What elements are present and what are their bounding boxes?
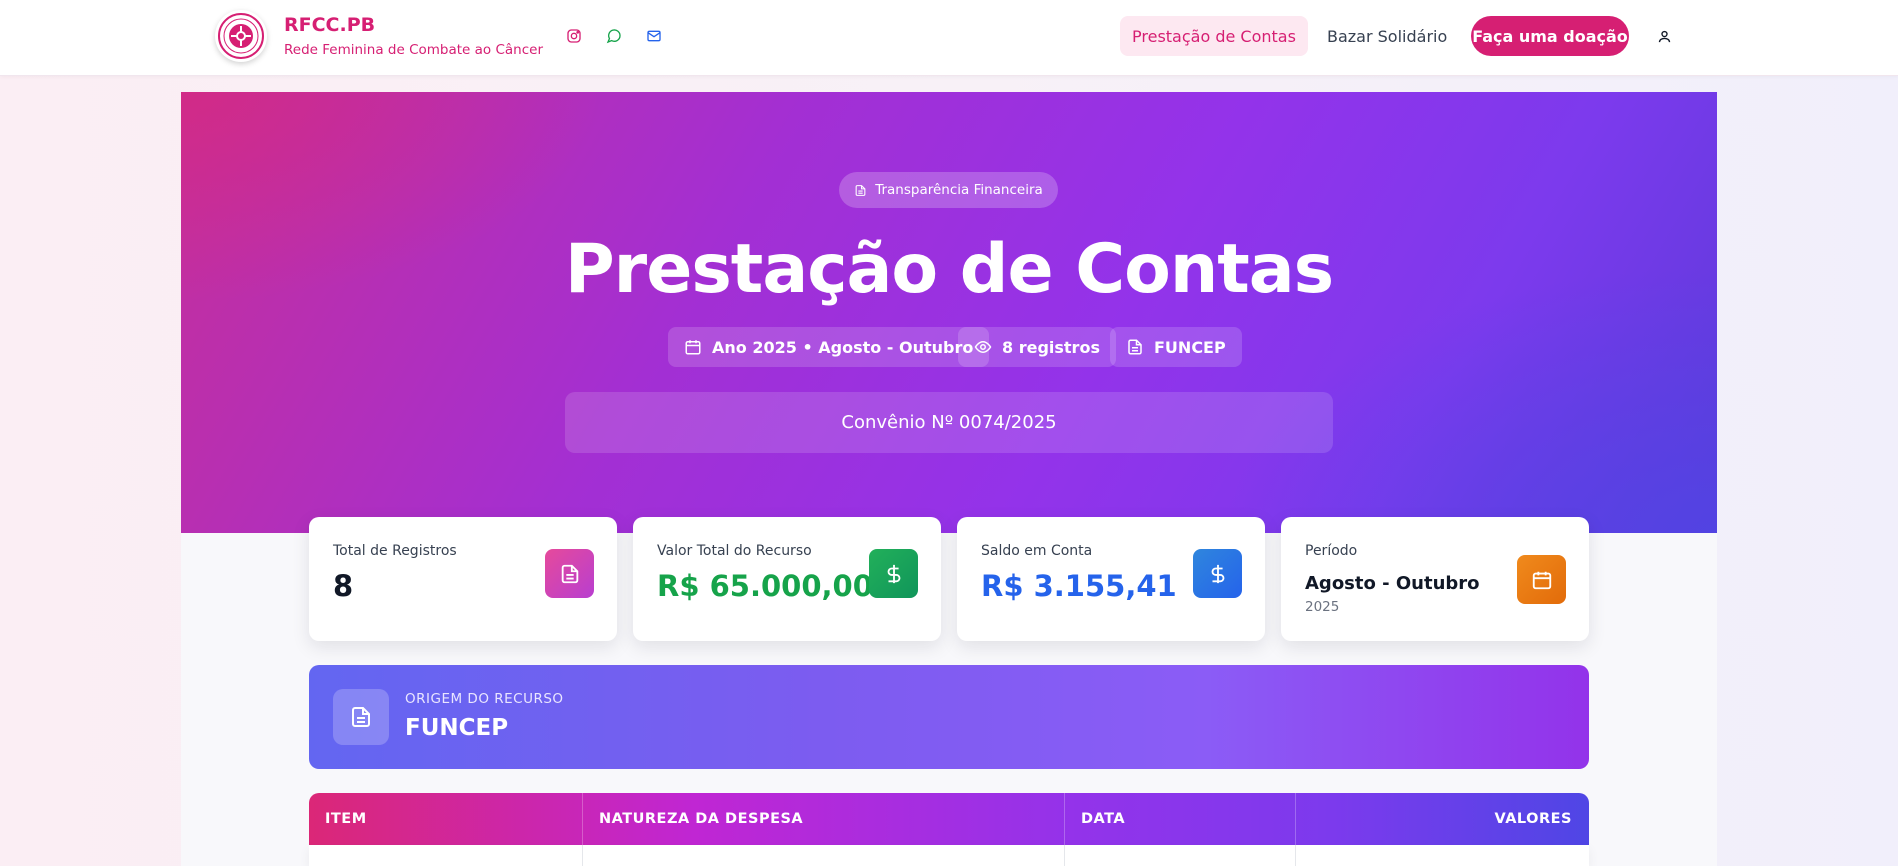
period-chip: Ano 2025 • Agosto - Outubro (668, 327, 990, 367)
transparency-badge: Transparência Financeira (839, 172, 1058, 208)
records-chip: 8 registros (958, 327, 1116, 367)
origem-label: ORIGEM DO RECURSO (405, 691, 564, 707)
stat-value: Agosto - Outubro (1305, 573, 1480, 594)
nav-prestacao-de-contas[interactable]: Prestação de Contas (1120, 16, 1308, 56)
calendar-icon (685, 340, 701, 355)
document-icon (855, 184, 866, 196)
document-icon (333, 689, 389, 745)
instagram-icon[interactable] (564, 26, 584, 46)
stat-value: R$ 65.000,00 (657, 569, 873, 603)
stat-label: Total de Registros (333, 543, 457, 559)
hero-banner (181, 92, 1717, 533)
records-chip-label: 8 registros (1002, 337, 1100, 357)
mail-icon[interactable] (644, 26, 664, 46)
stat-card-saldo: Saldo em Conta R$ 3.155,41 (957, 517, 1265, 641)
column-divider (1295, 793, 1296, 845)
eye-icon (974, 340, 992, 354)
stat-value: 8 (333, 569, 354, 603)
column-divider (582, 845, 583, 866)
convenio-box: Convênio Nº 0074/2025 (565, 392, 1333, 453)
stat-label: Período (1305, 543, 1358, 559)
source-chip: FUNCEP (1110, 327, 1242, 367)
period-chip-label: Ano 2025 • Agosto - Outubro (712, 337, 974, 357)
stat-sub: 2025 (1305, 599, 1340, 615)
user-icon[interactable] (1654, 26, 1674, 46)
source-chip-label: FUNCEP (1154, 337, 1226, 357)
origem-value: FUNCEP (405, 715, 509, 741)
donate-button[interactable]: Faça uma doação (1471, 16, 1629, 56)
nav-bazar-solidario[interactable]: Bazar Solidário (1315, 16, 1459, 56)
dollar-icon (869, 549, 918, 598)
column-divider (582, 793, 583, 845)
rfcc-logo-emblem (218, 13, 264, 59)
column-divider (1295, 845, 1296, 866)
site-header: RFCC.PB Rede Feminina de Combate ao Cânc… (0, 0, 1898, 76)
page-title: Prestação de Contas (564, 230, 1334, 309)
column-header-data[interactable]: DATA (1081, 793, 1125, 845)
document-icon (1128, 339, 1142, 355)
column-header-valores[interactable]: VALORES (1494, 793, 1572, 845)
dollar-icon (1193, 549, 1242, 598)
column-divider (1064, 793, 1065, 845)
stat-card-valor-total: Valor Total do Recurso R$ 65.000,00 (633, 517, 941, 641)
stat-card-periodo: Período Agosto - Outubro 2025 (1281, 517, 1589, 641)
stat-label: Valor Total do Recurso (657, 543, 812, 559)
calendar-icon (1517, 555, 1566, 604)
brand-subtitle: Rede Feminina de Combate ao Câncer (284, 42, 543, 58)
column-divider (1064, 845, 1065, 866)
whatsapp-icon[interactable] (604, 26, 624, 46)
stat-card-total-registros: Total de Registros 8 (309, 517, 617, 641)
stat-value: R$ 3.155,41 (981, 569, 1177, 603)
stat-label: Saldo em Conta (981, 543, 1093, 559)
rfcc-logo[interactable] (215, 10, 267, 62)
column-header-item[interactable]: ITEM (325, 793, 367, 845)
transparency-badge-label: Transparência Financeira (875, 182, 1043, 198)
origem-recurso-banner: ORIGEM DO RECURSO FUNCEP (309, 665, 1589, 769)
column-header-natureza[interactable]: NATUREZA DA DESPESA (599, 793, 803, 845)
brand-title[interactable]: RFCC.PB (284, 14, 375, 36)
expenses-table-body (309, 845, 1589, 866)
expenses-table-header: ITEM NATUREZA DA DESPESA DATA VALORES (309, 793, 1589, 845)
document-icon (545, 549, 594, 598)
